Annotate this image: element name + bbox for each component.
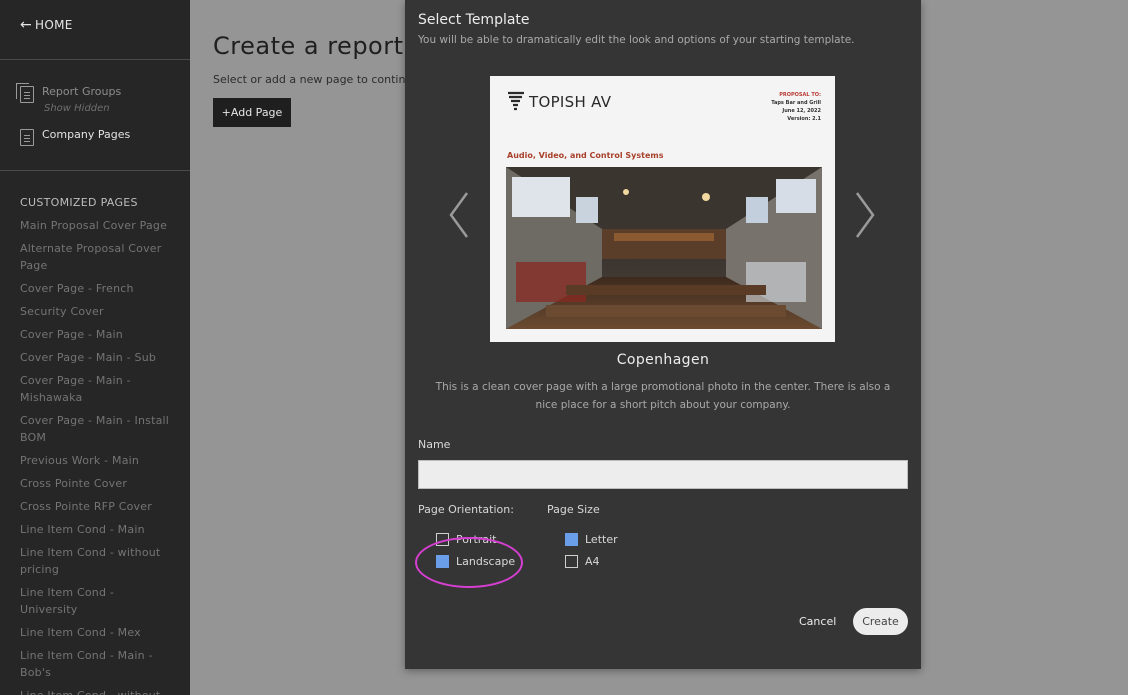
template-preview[interactable]: TOPISH AV PROPOSAL TO: Taps Bar and Gril… <box>490 76 835 342</box>
document-icon <box>20 129 34 146</box>
sidebar-custom-page-item[interactable]: Line Item Cond - without pricing <box>20 544 170 578</box>
sidebar-custom-page-item[interactable]: Cover Page - Main - Install BOM <box>20 412 170 446</box>
preview-photo <box>506 167 822 329</box>
divider <box>0 170 190 171</box>
preview-proposal-to: PROPOSAL TO: <box>779 92 821 98</box>
size-option-letter[interactable]: Letter <box>565 533 618 546</box>
show-hidden-link[interactable]: Show Hidden <box>44 103 121 114</box>
cancel-button[interactable]: Cancel <box>799 608 836 634</box>
template-name: Copenhagen <box>616 352 710 368</box>
sidebar-custom-page-item[interactable]: Line Item Cond - Main <box>20 521 170 538</box>
chevron-right-icon[interactable] <box>853 190 877 240</box>
arrow-left-icon: ← <box>20 17 33 33</box>
customized-pages-list: Main Proposal Cover Page Alternate Propos… <box>20 217 170 695</box>
preview-brand: TOPISH AV <box>507 91 611 113</box>
page-subtitle: Select or add a new page to continue. <box>213 73 423 86</box>
name-label: Name <box>418 438 451 451</box>
sidebar-custom-page-item[interactable]: Cross Pointe RFP Cover <box>20 498 170 515</box>
preview-date: June 12, 2022 <box>782 108 821 114</box>
letter-label: Letter <box>585 533 618 546</box>
customized-pages-title: CUSTOMIZED PAGES <box>20 196 138 209</box>
company-pages-label: Company Pages <box>42 128 131 141</box>
a4-checkbox[interactable] <box>565 555 578 568</box>
report-groups-label: Report Groups <box>42 85 122 98</box>
sidebar-custom-page-item[interactable]: Cover Page - Main - Mishawaka <box>20 372 170 406</box>
sidebar-item-company-pages[interactable]: Company Pages <box>20 128 130 146</box>
preview-version: Version: 2.1 <box>787 116 821 122</box>
letter-checkbox[interactable] <box>565 533 578 546</box>
sidebar-custom-page-item[interactable]: Cover Page - Main <box>20 326 170 343</box>
size-option-a4[interactable]: A4 <box>565 555 600 568</box>
preview-proposal-block: PROPOSAL TO: Taps Bar and Grill June 12,… <box>771 91 821 123</box>
modal-title: Select Template <box>418 12 530 28</box>
sidebar-custom-page-item[interactable]: Cover Page - French <box>20 280 170 297</box>
sidebar-custom-page-item[interactable]: Line Item Cond - without <box>20 687 170 695</box>
divider <box>0 59 190 60</box>
chevron-left-icon[interactable] <box>447 190 471 240</box>
sidebar: ← HOME Report Groups Show Hidden Company… <box>0 0 190 695</box>
select-template-modal: Select Template You will be able to dram… <box>405 0 921 669</box>
page-orientation-label: Page Orientation: <box>418 503 514 516</box>
create-button[interactable]: Create <box>853 608 908 635</box>
tornado-logo-icon <box>508 91 524 111</box>
sidebar-custom-page-item[interactable]: Line Item Cond - Mex <box>20 624 170 641</box>
home-link[interactable]: ← HOME <box>20 17 73 33</box>
sidebar-custom-page-item[interactable]: Alternate Proposal Cover Page <box>20 240 170 274</box>
sidebar-custom-page-item[interactable]: Line Item Cond - University <box>20 584 170 618</box>
sidebar-custom-page-item[interactable]: Main Proposal Cover Page <box>20 217 170 234</box>
preview-heading: Audio, Video, and Control Systems <box>507 151 664 160</box>
sidebar-custom-page-item[interactable]: Line Item Cond - Main - Bob's <box>20 647 170 681</box>
template-description: This is a clean cover page with a large … <box>435 381 891 411</box>
sidebar-custom-page-item[interactable]: Cover Page - Main - Sub <box>20 349 170 366</box>
home-label: HOME <box>35 18 73 32</box>
documents-icon <box>16 83 34 103</box>
sidebar-custom-page-item[interactable]: Previous Work - Main <box>20 452 170 469</box>
sidebar-custom-page-item[interactable]: Security Cover <box>20 303 170 320</box>
highlight-annotation <box>415 537 523 588</box>
sidebar-item-report-groups[interactable]: Report Groups Show Hidden <box>16 83 122 114</box>
modal-subtitle: You will be able to dramatically edit th… <box>418 34 855 46</box>
a4-label: A4 <box>585 555 600 568</box>
preview-client: Taps Bar and Grill <box>771 100 821 106</box>
page-size-label: Page Size <box>547 503 600 516</box>
name-input[interactable] <box>418 460 908 489</box>
preview-brand-text: TOPISH AV <box>529 93 612 111</box>
add-page-button[interactable]: +Add Page <box>213 98 291 127</box>
sidebar-custom-page-item[interactable]: Cross Pointe Cover <box>20 475 170 492</box>
